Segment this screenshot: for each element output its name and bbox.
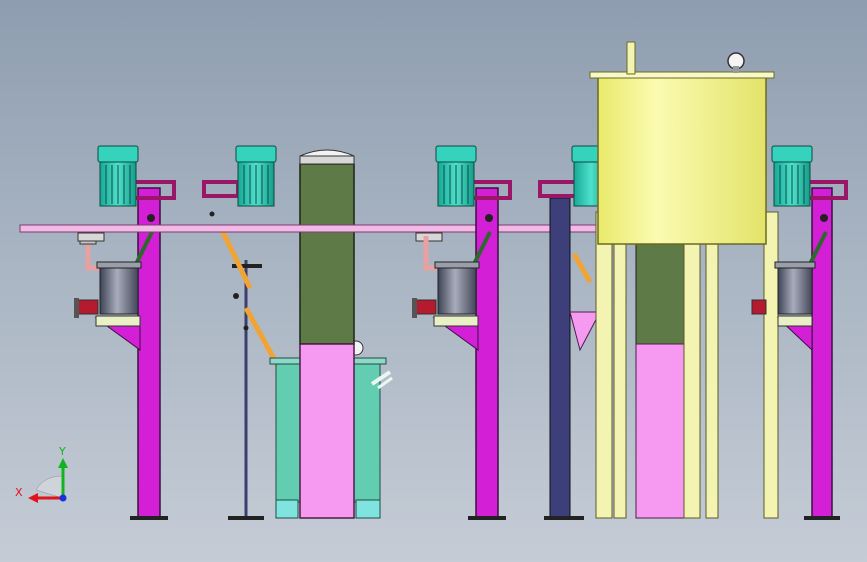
- axis-triad: Y X: [15, 445, 68, 503]
- column-lower: [299, 343, 355, 519]
- tank-shell: [597, 75, 767, 245]
- storage-tank: [589, 41, 779, 519]
- y-axis-label: Y: [58, 445, 66, 458]
- assembly-front-view: Y X: [15, 41, 848, 520]
- tank-leg: [613, 243, 627, 519]
- strut: [571, 252, 593, 284]
- cad-3d-viewport[interactable]: Y X: [0, 0, 867, 562]
- module-1: [74, 145, 176, 520]
- strut-lower: [243, 306, 281, 368]
- motor-bracket: [202, 180, 240, 198]
- valve: [415, 299, 437, 315]
- tank-leg: [683, 211, 701, 519]
- reactor-column: [269, 149, 393, 519]
- module-2: [202, 145, 281, 520]
- navy-column: [549, 197, 571, 519]
- valve: [77, 299, 99, 315]
- tank-leg: [595, 211, 613, 519]
- vessel: [777, 265, 813, 315]
- tank-lid: [589, 71, 775, 79]
- z-axis-dot: [59, 494, 67, 502]
- tank-leg: [705, 243, 719, 519]
- gauge: [147, 214, 155, 222]
- motor-bracket: [538, 180, 578, 198]
- valve: [751, 299, 767, 315]
- x-axis-label: X: [15, 486, 23, 499]
- vessel: [437, 265, 477, 315]
- module-3: [412, 145, 512, 520]
- gauge: [485, 214, 493, 222]
- tank-leg: [763, 211, 779, 519]
- column-upper: [299, 163, 355, 345]
- strut-upper: [219, 228, 253, 290]
- vessel: [99, 265, 139, 315]
- vent-pipe: [626, 41, 636, 75]
